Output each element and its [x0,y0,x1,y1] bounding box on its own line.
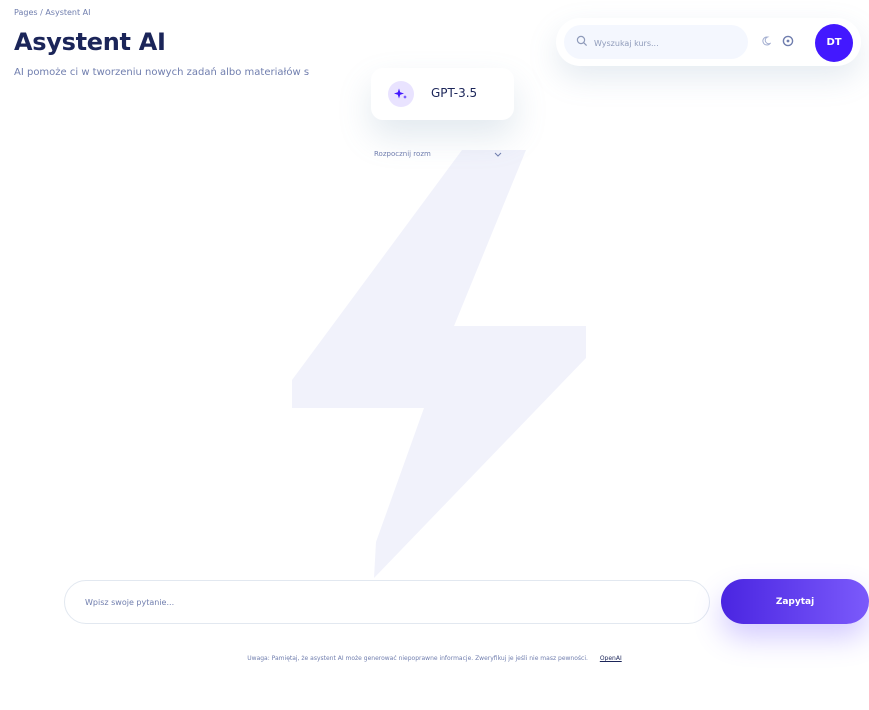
footer-link[interactable]: OpenAI [600,655,622,662]
ask-button[interactable]: Zapytaj [721,579,869,624]
page-subtitle: AI pomoże ci w tworzeniu nowych zadań al… [14,67,310,78]
chevron-down-icon [494,152,502,157]
page-title: Asystent AI [14,28,166,56]
search-box [564,25,748,61]
info-icon[interactable] [782,35,794,47]
breadcrumb: Pages / Asystent AI [14,8,91,17]
footer-note: Uwaga: Pamiętaj, że asystent AI może gen… [0,655,869,662]
footer-note-text: Uwaga: Pamiętaj, że asystent AI może gen… [247,655,588,662]
top-bar: DT [556,18,861,66]
avatar[interactable]: DT [815,24,853,62]
conversation-dropdown[interactable]: Rozpocznij rozm [374,147,508,163]
model-label: GPT-3.5 [431,86,478,100]
search-icon[interactable] [576,35,588,47]
model-icon [388,81,414,107]
question-input[interactable] [64,580,710,624]
search-input[interactable] [592,25,746,61]
sparkle-icon [394,88,407,99]
moon-icon[interactable] [761,36,771,46]
dropdown-label: Rozpocznij rozm [374,150,431,158]
model-selector-gpt[interactable]: GPT-3.5 [371,68,514,120]
